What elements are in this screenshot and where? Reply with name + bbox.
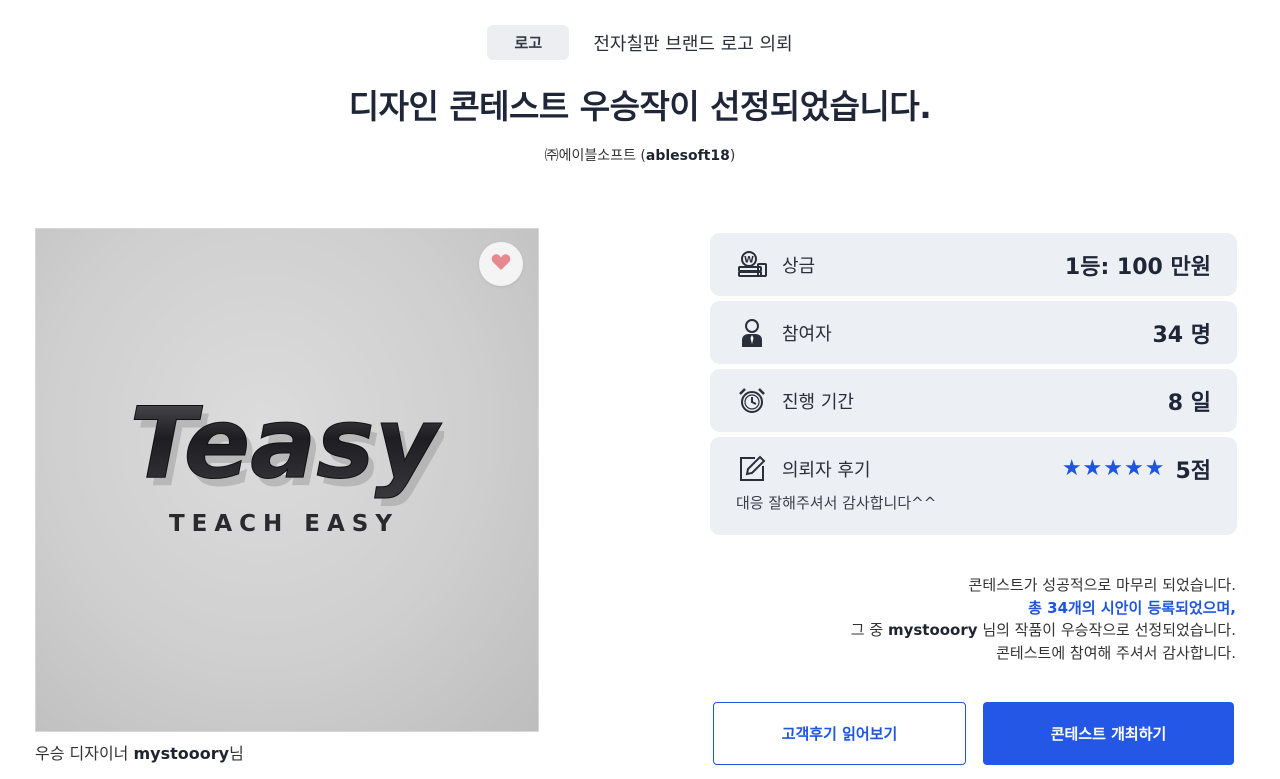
review-text: 대응 잘해주셔서 감사합니다^^ xyxy=(736,494,937,512)
rating-stars: ★★★★★ xyxy=(1061,456,1166,481)
like-button[interactable] xyxy=(479,242,523,286)
participants-value: 34 명 xyxy=(1152,322,1211,348)
money-icon: W xyxy=(736,249,768,281)
winner-designer: 우승 디자이너 mystooory님 xyxy=(35,740,244,764)
read-reviews-button[interactable]: 고객후기 읽어보기 xyxy=(713,702,966,765)
contest-subject: 전자칠판 브랜드 로고 의뢰 xyxy=(593,33,793,55)
summary-winner-name: mystooory xyxy=(887,621,978,639)
participants-card: 참여자 34 명 xyxy=(710,301,1237,364)
review-label: 의뢰자 후기 xyxy=(782,459,871,481)
page-title: 디자인 콘테스트 우승작이 선정되었습니다. xyxy=(348,87,932,126)
participants-label: 참여자 xyxy=(782,323,832,345)
person-icon xyxy=(736,317,768,349)
client-line: ㈜에이블소프트 (ablesoft18) xyxy=(0,145,1280,165)
client-name: ㈜에이블소프트 ( xyxy=(544,148,646,164)
duration-card: 진행 기간 8 일 xyxy=(710,369,1237,432)
summary-prefix: 그 중 xyxy=(850,621,888,639)
heart-icon xyxy=(491,253,511,275)
summary-line-1: 콘테스트가 성공적으로 마무리 되었습니다. xyxy=(968,576,1236,594)
designer-suffix: 님 xyxy=(229,744,244,763)
svg-text:W: W xyxy=(744,255,754,265)
winning-design-image[interactable]: Teasy Teasy TEACH EASY xyxy=(35,228,539,732)
contest-header: 로고 전자칠판 브랜드 로고 의뢰 xyxy=(0,25,1280,60)
designer-prefix: 우승 디자이너 xyxy=(35,744,134,763)
summary-line-4: 콘테스트에 참여해 주셔서 감사합니다. xyxy=(996,643,1236,662)
prize-card: W 상금 1등: 100 만원 xyxy=(710,233,1237,296)
prize-label: 상금 xyxy=(782,255,816,277)
edit-icon xyxy=(736,453,768,485)
logo-wordmark: Teasy xyxy=(129,389,442,501)
client-close: ) xyxy=(729,148,736,164)
review-score: 5점 xyxy=(1175,458,1211,484)
summary-line-2: 총 34개의 시안이 등록되었으며, xyxy=(1028,598,1236,617)
teasy-logo: Teasy Teasy TEACH EASY xyxy=(129,389,444,537)
duration-value: 8 일 xyxy=(1167,390,1211,416)
summary-line-3: 그 중 mystooory 님의 작품이 우승작으로 선정되었습니다. xyxy=(851,619,1236,642)
alarm-clock-icon xyxy=(736,385,768,417)
prize-value: 1등: 100 만원 xyxy=(1064,254,1211,280)
duration-label: 진행 기간 xyxy=(782,391,854,413)
logo-tagline: TEACH EASY xyxy=(169,511,399,537)
review-card: 의뢰자 후기 ★★★★★ 5점 대응 잘해주셔서 감사합니다^^ xyxy=(710,437,1237,535)
category-badge: 로고 xyxy=(487,25,570,60)
client-id: ablesoft18 xyxy=(645,148,730,164)
contest-summary: 콘테스트가 성공적으로 마무리 되었습니다. 총 34개의 시안이 등록되었으며… xyxy=(851,574,1236,664)
summary-suffix: 님의 작품이 우승작으로 선정되었습니다. xyxy=(977,621,1236,639)
designer-name[interactable]: mystooory xyxy=(134,744,230,763)
host-contest-button[interactable]: 콘테스트 개최하기 xyxy=(983,702,1234,765)
